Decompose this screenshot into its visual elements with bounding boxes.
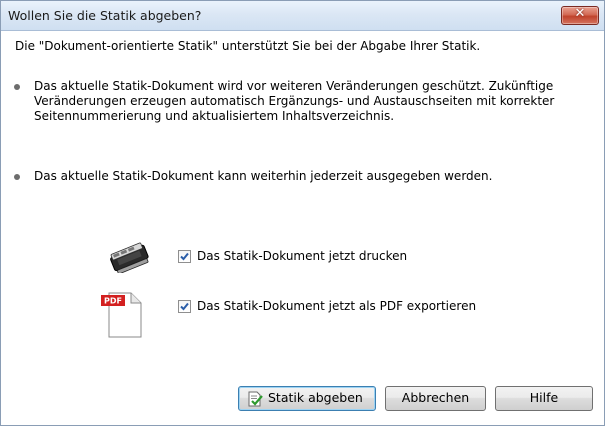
printer-icon — [110, 242, 149, 273]
print-checkbox[interactable] — [178, 250, 191, 263]
close-icon: ✕ — [574, 6, 586, 21]
cancel-button[interactable]: Abbrechen — [385, 386, 486, 411]
bullet-item: Das aktuelle Statik-Dokument kann weiter… — [14, 169, 574, 184]
submit-statik-button-label: Statik abgeben — [268, 390, 363, 405]
close-button[interactable]: ✕ — [561, 6, 599, 25]
bullet-text: Das aktuelle Statik-Dokument wird vor we… — [34, 79, 555, 123]
print-checkbox-label[interactable]: Das Statik-Dokument jetzt drucken — [197, 249, 407, 263]
pdf-document-icon: PDF — [101, 292, 142, 338]
title-bar[interactable]: Wollen Sie die Statik abgeben? ✕ — [1, 1, 604, 31]
bullet-item: Das aktuelle Statik-Dokument wird vor we… — [14, 79, 574, 124]
window-title: Wollen Sie die Statik abgeben? — [8, 8, 202, 23]
bullet-text: Das aktuelle Statik-Dokument kann weiter… — [34, 169, 493, 183]
pdf-badge-label: PDF — [104, 297, 122, 306]
help-button[interactable]: Hilfe — [495, 386, 593, 411]
intro-text: Die "Dokument-orientierte Statik" unters… — [15, 39, 481, 53]
bullet-icon — [14, 174, 20, 180]
bullet-icon — [14, 84, 20, 90]
checkmark-icon — [180, 302, 189, 311]
document-check-icon — [248, 391, 263, 407]
dialog-window: Wollen Sie die Statik abgeben? ✕ Die "Do… — [0, 0, 605, 426]
submit-statik-button[interactable]: Statik abgeben — [238, 386, 376, 411]
pdf-export-checkbox-label[interactable]: Das Statik-Dokument jetzt als PDF export… — [197, 299, 476, 313]
checkmark-icon — [180, 252, 189, 261]
pdf-export-checkbox[interactable] — [178, 300, 191, 313]
